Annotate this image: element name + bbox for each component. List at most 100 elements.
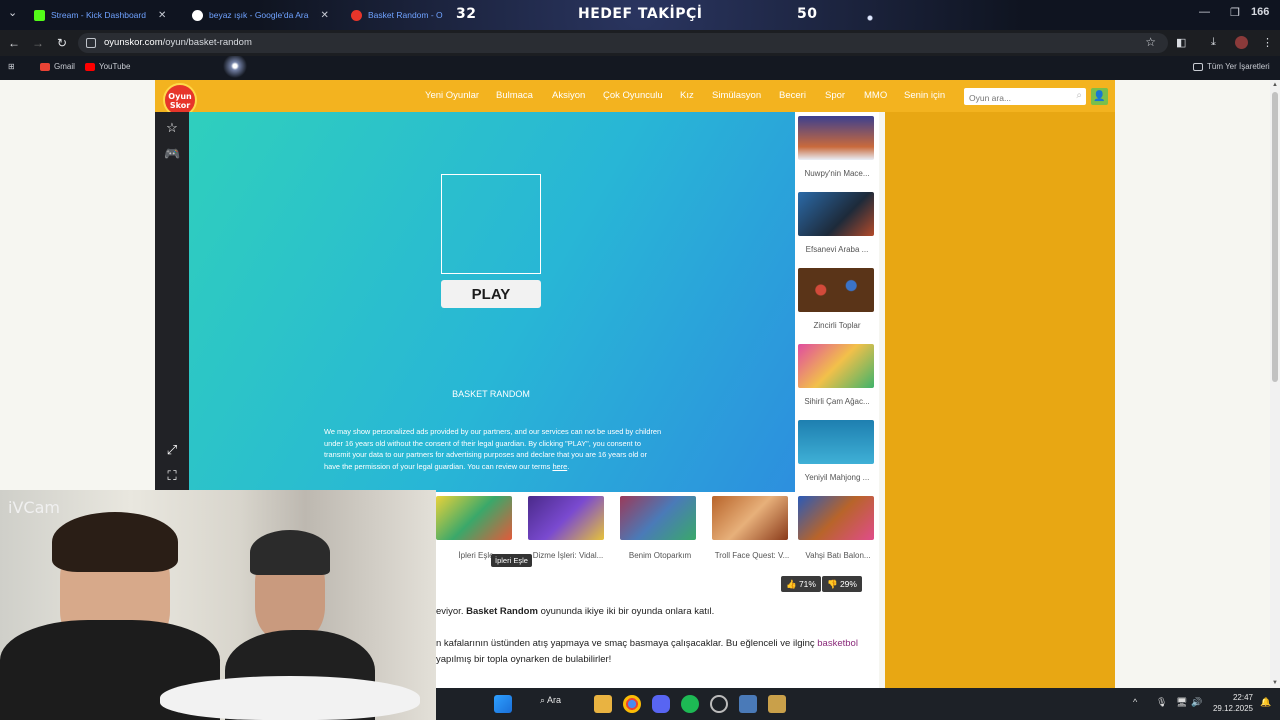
rail-game-card[interactable]: Efsanevi Araba ... (798, 192, 876, 264)
game-card-label: Sihirli Çam Ağac... (804, 397, 870, 406)
search-input[interactable] (964, 89, 1064, 107)
gamepad-icon[interactable]: 🎮 (164, 146, 180, 162)
nav-senin-icin[interactable]: Senin için (904, 90, 945, 101)
profile-avatar[interactable] (1235, 36, 1248, 49)
tab-label: Basket Random - O (368, 10, 443, 20)
webcam-label: iVCam (8, 498, 60, 517)
screen: ⌄ Stream - Kick Dashboard ✕ beyaz ışık -… (0, 0, 1280, 720)
apps-icon[interactable]: ⊞ (8, 62, 15, 71)
back-icon[interactable]: ← (5, 34, 23, 52)
game-card-label: Zincirli Toplar (813, 321, 861, 330)
nav-yeni-oyunlar[interactable]: Yeni Oyunlar (425, 90, 479, 101)
bookmark-label: YouTube (99, 62, 131, 71)
tab-search-icon[interactable]: ⌄ (8, 6, 17, 19)
search-icon[interactable]: ⌕ (1076, 90, 1082, 101)
notification-icon[interactable]: 🔔 (1260, 697, 1271, 708)
volume-icon[interactable]: 🔊 (1191, 697, 1202, 708)
nav-kiz[interactable]: Kız (680, 90, 694, 101)
forward-icon[interactable]: → (29, 34, 47, 52)
url-input[interactable]: oyunskor.com/oyun/basket-random ☆ (78, 33, 1168, 53)
discord-icon[interactable] (652, 695, 670, 713)
steam-icon[interactable] (710, 695, 728, 713)
bottom-game-card[interactable]: Troll Face Quest: V... (712, 496, 790, 564)
nav-mmo[interactable]: MMO (864, 90, 887, 101)
taskbar-search[interactable]: ⌕ Ara (540, 695, 561, 706)
game-frame[interactable]: PLAY BASKET RANDOM We may show personali… (189, 112, 795, 492)
bookmark-youtube[interactable]: YouTube (85, 62, 130, 71)
description-line: eviyor. Basket Random oyununda ikiye iki… (436, 606, 714, 617)
bookmark-gmail[interactable]: Gmail (40, 62, 75, 71)
nav-beceri[interactable]: Beceri (779, 90, 806, 101)
favorite-star-icon[interactable]: ☆ (164, 120, 180, 136)
category-link[interactable]: basketbol (817, 638, 858, 649)
kick-icon (34, 9, 45, 21)
game-card-label: Efsanevi Araba ... (805, 245, 869, 254)
expand-icon[interactable]: ⤢ (164, 442, 180, 458)
search-label: Ara (547, 695, 562, 705)
close-icon[interactable]: ✕ (320, 10, 328, 21)
rail-game-card[interactable]: Zincirli Toplar (798, 268, 876, 340)
all-bookmarks[interactable]: Tüm Yer İşaretleri (1193, 62, 1270, 71)
text: n kafalarının üstünden atış yapmaya ve s… (436, 638, 815, 649)
tab-google[interactable]: beyaz ışık - Google'da Ara ✕ (192, 4, 329, 26)
person-hair (52, 512, 178, 572)
spotify-icon[interactable] (681, 695, 699, 713)
nav-spor[interactable]: Spor (825, 90, 845, 101)
tab-basket-random[interactable]: Basket Random - O (351, 4, 443, 26)
bowl (160, 676, 420, 720)
nav-bulmaca[interactable]: Bulmaca (496, 90, 533, 101)
terms-link[interactable]: here (552, 462, 567, 471)
like-percent: 71% (798, 579, 816, 589)
app-icon[interactable] (768, 695, 786, 713)
bottom-game-card[interactable]: Benim Otoparkım (620, 496, 698, 564)
rail-game-card[interactable]: Sihirli Çam Ağac... (798, 344, 876, 416)
game-card-label: Yeniyil Mahjong ... (804, 473, 870, 482)
rail-game-card[interactable]: Nuwpy'nin Mace... (798, 116, 876, 188)
app-icon[interactable] (739, 695, 757, 713)
menu-icon[interactable]: ⋮ (1262, 36, 1273, 49)
reload-icon[interactable]: ↻ (53, 34, 71, 52)
ad-consent-text: We may show personalized ads provided by… (324, 427, 662, 471)
window-corner-text: 166 (1251, 6, 1270, 18)
user-icon[interactable]: 👤 (1091, 88, 1108, 105)
nav-simulasyon[interactable]: Simülasyon (712, 90, 761, 101)
game-name: Basket Random (466, 606, 538, 617)
chrome-icon[interactable] (623, 695, 641, 713)
network-icon[interactable]: 🖥 (1176, 697, 1187, 708)
bottom-game-card[interactable]: Vahşi Batı Balon... (798, 496, 876, 564)
extensions-icon[interactable]: ◧ (1176, 36, 1186, 49)
like-button[interactable]: 👍 71% (781, 576, 821, 592)
tray-chevron-icon[interactable]: ^ (1133, 697, 1137, 707)
page-scrollbar[interactable]: ▲ ▼ (1270, 80, 1280, 688)
url-text: oyunskor.com/oyun/basket-random (104, 37, 252, 48)
nav-cok-oyunculu[interactable]: Çok Oyunculu (603, 90, 663, 101)
play-button[interactable]: PLAY (441, 280, 541, 308)
bottom-game-card[interactable]: Dizme İşleri: Vidal... (528, 496, 606, 564)
game-thumbnail-frame (441, 174, 541, 274)
game-thumbnail (620, 496, 696, 540)
tab-kick[interactable]: Stream - Kick Dashboard ✕ (34, 4, 166, 26)
oyunskor-icon (351, 9, 362, 21)
bookmark-star-icon[interactable]: ☆ (1145, 35, 1156, 49)
mic-icon[interactable]: 🎙 (1156, 697, 1167, 708)
start-icon[interactable] (494, 695, 512, 713)
minimize-icon[interactable]: — (1199, 6, 1210, 18)
clock[interactable]: 22:47 29.12.2025 (1209, 692, 1253, 714)
scroll-down-icon[interactable]: ▼ (1270, 680, 1280, 686)
nav-aksiyon[interactable]: Aksiyon (552, 90, 585, 101)
scroll-thumb[interactable] (1272, 92, 1278, 382)
file-explorer-icon[interactable] (594, 695, 612, 713)
logo-text-top: Oyun (168, 92, 192, 101)
beanie (250, 530, 330, 575)
overlay-title: HEDEF TAKİPÇİ (578, 6, 703, 22)
dislike-button[interactable]: 👎 29% (822, 576, 862, 592)
fullscreen-icon[interactable]: ⛶ (164, 468, 180, 484)
download-icon[interactable]: ⤓ (1211, 36, 1216, 49)
rail-game-card[interactable]: Yeniyil Mahjong ... (798, 420, 876, 492)
site-info-icon[interactable] (86, 38, 96, 48)
game-thumbnail (528, 496, 604, 540)
scroll-up-icon[interactable]: ▲ (1270, 82, 1280, 88)
maximize-icon[interactable]: ❐ (1230, 6, 1240, 19)
site-search: ⌕ (964, 88, 1086, 107)
close-icon[interactable]: ✕ (158, 10, 166, 21)
